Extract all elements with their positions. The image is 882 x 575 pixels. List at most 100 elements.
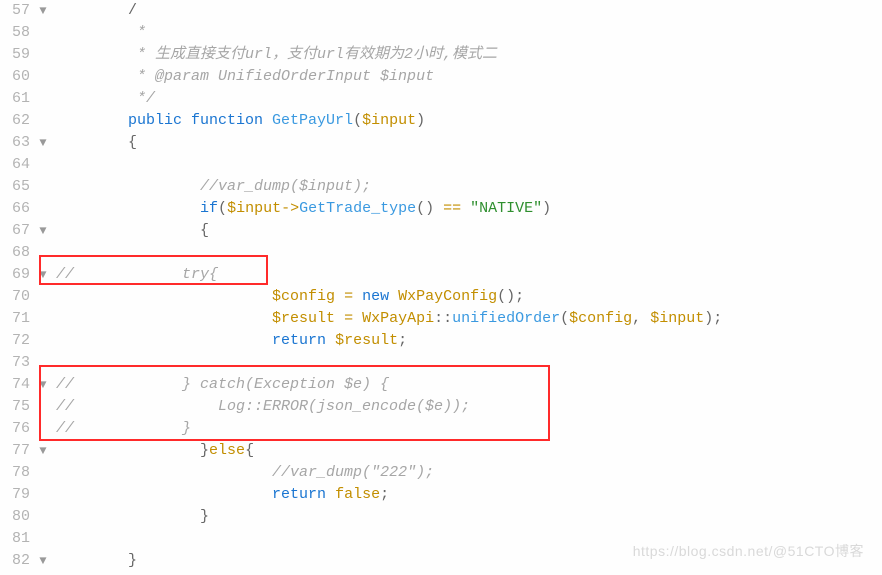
code-line[interactable]: 66 if($input->GetTrade_type() == "NATIVE… [0, 198, 882, 220]
line-number: 57 [0, 0, 34, 22]
line-number: 76 [0, 418, 34, 440]
token: function [191, 112, 272, 129]
code-line[interactable]: 79 return false; [0, 484, 882, 506]
code-content[interactable]: } [52, 550, 882, 572]
code-content[interactable]: // try{ [52, 264, 882, 286]
fold-toggle-icon [34, 528, 52, 550]
code-line[interactable]: 69▼// try{ [0, 264, 882, 286]
fold-toggle-icon[interactable]: ▼ [34, 264, 52, 286]
code-line[interactable]: 58 * [0, 22, 882, 44]
fold-toggle-icon[interactable]: ▼ [34, 220, 52, 242]
token: -> [281, 200, 299, 217]
token: , [632, 310, 650, 327]
token: } [200, 442, 209, 459]
code-line[interactable]: 80 } [0, 506, 882, 528]
code-content[interactable]: * @param UnifiedOrderInput $input [52, 66, 882, 88]
token: { [128, 134, 137, 151]
fold-toggle-icon[interactable]: ▼ [34, 374, 52, 396]
fold-toggle-icon[interactable]: ▼ [34, 132, 52, 154]
line-number: 74 [0, 374, 34, 396]
code-content[interactable]: //var_dump("222"); [52, 462, 882, 484]
token: $config [569, 310, 632, 327]
token: $input [227, 200, 281, 217]
line-number: 69 [0, 264, 34, 286]
code-content[interactable]: //var_dump($input); [52, 176, 882, 198]
code-content[interactable]: { [52, 132, 882, 154]
code-content[interactable]: * [52, 22, 882, 44]
code-content[interactable]: / [52, 0, 882, 22]
code-content[interactable]: if($input->GetTrade_type() == "NATIVE") [52, 198, 882, 220]
code-line[interactable]: 65 //var_dump($input); [0, 176, 882, 198]
code-line[interactable]: 70 $config = new WxPayConfig(); [0, 286, 882, 308]
code-content[interactable]: $result = WxPayApi::unifiedOrder($config… [52, 308, 882, 330]
code-content[interactable]: return false; [52, 484, 882, 506]
fold-toggle-icon [34, 176, 52, 198]
code-content[interactable]: * 生成直接支付url，支付url有效期为2小时,模式二 [52, 44, 882, 66]
code-line[interactable]: 73 [0, 352, 882, 374]
code-line[interactable]: 82▼ } [0, 550, 882, 572]
code-line[interactable]: 67▼ { [0, 220, 882, 242]
code-content[interactable]: */ [52, 88, 882, 110]
token: ; [398, 332, 407, 349]
fold-toggle-icon[interactable]: ▼ [34, 440, 52, 462]
code-line[interactable]: 78 //var_dump("222"); [0, 462, 882, 484]
code-line[interactable]: 77▼ }else{ [0, 440, 882, 462]
token: unifiedOrder [452, 310, 560, 327]
code-line[interactable]: 68 [0, 242, 882, 264]
fold-toggle-icon [34, 88, 52, 110]
code-line[interactable]: 64 [0, 154, 882, 176]
line-number: 71 [0, 308, 34, 330]
code-line[interactable]: 60 * @param UnifiedOrderInput $input [0, 66, 882, 88]
line-number: 58 [0, 22, 34, 44]
code-editor[interactable]: 57▼ /58 *59 * 生成直接支付url，支付url有效期为2小时,模式二… [0, 0, 882, 572]
token: if [200, 200, 218, 217]
code-content[interactable]: }else{ [52, 440, 882, 462]
code-content[interactable]: return $result; [52, 330, 882, 352]
code-line[interactable]: 63▼ { [0, 132, 882, 154]
token: "NATIVE" [470, 200, 542, 217]
code-line[interactable]: 71 $result = WxPayApi::unifiedOrder($con… [0, 308, 882, 330]
line-number: 67 [0, 220, 34, 242]
code-line[interactable]: 81 [0, 528, 882, 550]
code-line[interactable]: 61 */ [0, 88, 882, 110]
code-line[interactable]: 57▼ / [0, 0, 882, 22]
code-content[interactable] [52, 154, 882, 176]
token: // try{ [56, 266, 218, 283]
code-content[interactable]: // Log::ERROR(json_encode($e)); [52, 396, 882, 418]
code-content[interactable]: // } [52, 418, 882, 440]
code-content[interactable]: { [52, 220, 882, 242]
code-content[interactable]: // } catch(Exception $e) { [52, 374, 882, 396]
line-number: 63 [0, 132, 34, 154]
code-line[interactable]: 62 public function GetPayUrl($input) [0, 110, 882, 132]
line-number: 59 [0, 44, 34, 66]
token: ); [704, 310, 722, 327]
token: //var_dump("222"); [272, 464, 434, 481]
token: $input [362, 112, 416, 129]
code-content[interactable]: $config = new WxPayConfig(); [52, 286, 882, 308]
line-number: 79 [0, 484, 34, 506]
code-content[interactable] [52, 242, 882, 264]
token: * 生成直接支付url，支付url有效期为2小时,模式二 [128, 46, 497, 63]
fold-toggle-icon [34, 506, 52, 528]
token: { [245, 442, 254, 459]
code-line[interactable]: 74▼// } catch(Exception $e) { [0, 374, 882, 396]
fold-toggle-icon [34, 154, 52, 176]
token: false [335, 486, 380, 503]
code-content[interactable]: public function GetPayUrl($input) [52, 110, 882, 132]
token: new [362, 288, 398, 305]
token: { [200, 222, 209, 239]
code-line[interactable]: 75 // Log::ERROR(json_encode($e)); [0, 396, 882, 418]
code-line[interactable]: 59 * 生成直接支付url，支付url有效期为2小时,模式二 [0, 44, 882, 66]
code-line[interactable]: 76 // } [0, 418, 882, 440]
line-number: 77 [0, 440, 34, 462]
token: ( [218, 200, 227, 217]
token: */ [128, 90, 155, 107]
line-number: 78 [0, 462, 34, 484]
code-content[interactable]: } [52, 506, 882, 528]
code-content[interactable] [52, 528, 882, 550]
fold-toggle-icon[interactable]: ▼ [34, 0, 52, 22]
fold-toggle-icon [34, 396, 52, 418]
code-content[interactable] [52, 352, 882, 374]
fold-toggle-icon[interactable]: ▼ [34, 550, 52, 572]
code-line[interactable]: 72 return $result; [0, 330, 882, 352]
